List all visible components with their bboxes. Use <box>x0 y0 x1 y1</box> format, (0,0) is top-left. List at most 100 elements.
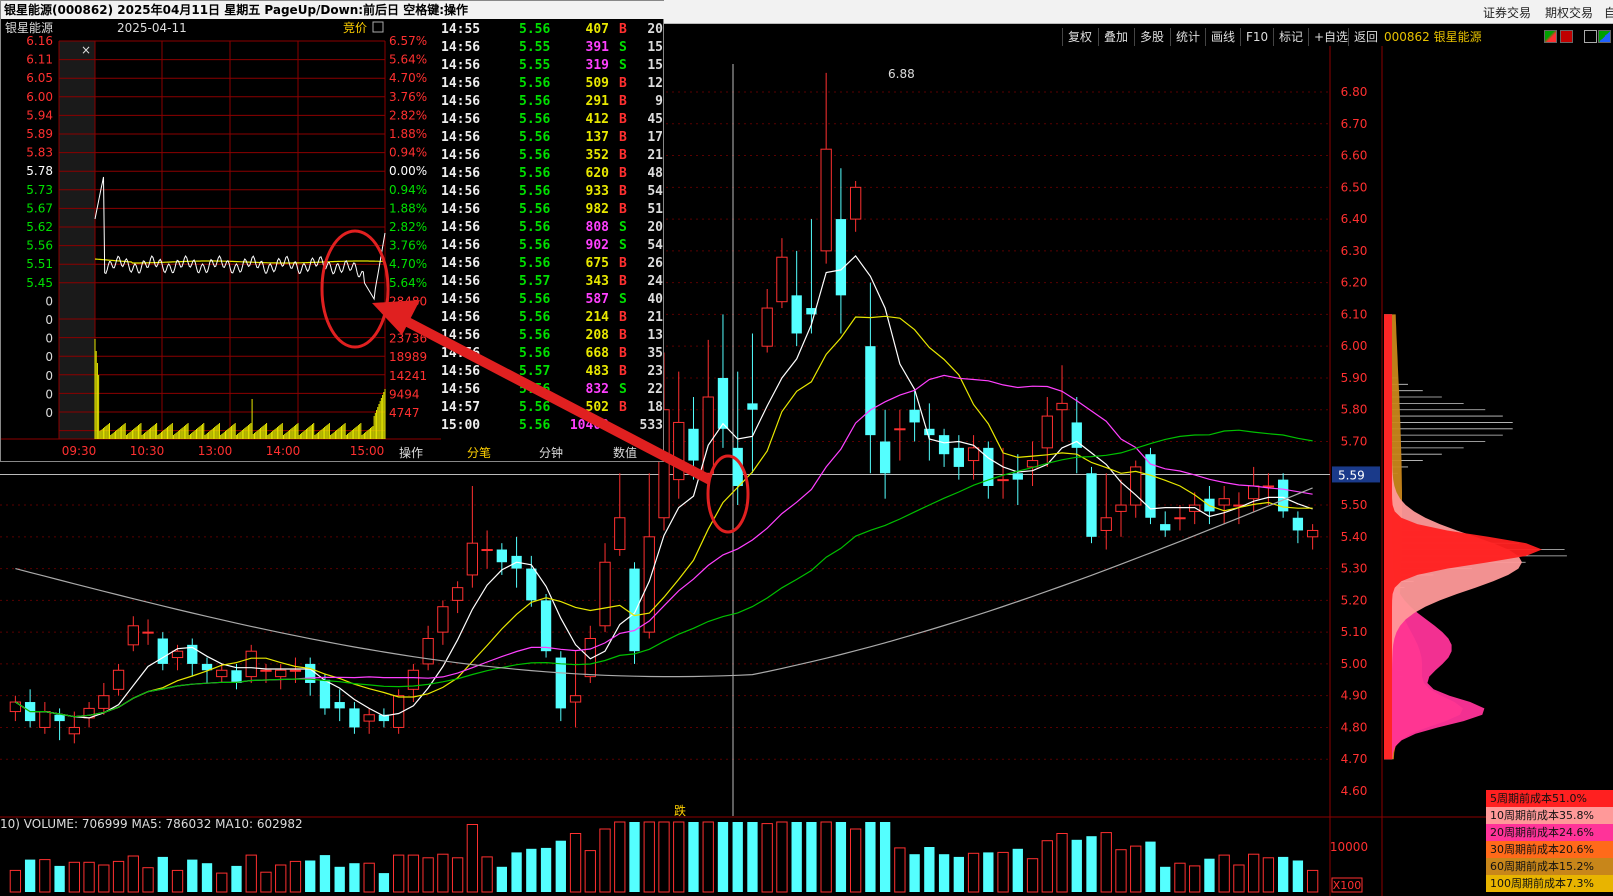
trade-time: 14:55 <box>441 22 481 37</box>
trade-row: 14:56 5.56 137 B 17 <box>439 129 665 147</box>
menu-more[interactable]: 自 <box>1604 4 1613 21</box>
button-overlay[interactable]: 叠加 <box>1098 28 1133 46</box>
button-statistics[interactable]: 统计 <box>1170 28 1205 46</box>
trade-side: B <box>619 166 627 181</box>
trade-time: 14:56 <box>441 274 481 289</box>
minute-pct-tick: 0.00% <box>389 164 427 178</box>
volume-bar <box>540 847 552 892</box>
trade-price: 5.56 <box>519 166 551 181</box>
candle-body <box>924 428 935 436</box>
minute-pct-tick: 4747 <box>389 406 420 420</box>
tab-ticks[interactable]: 分笔 <box>467 444 491 461</box>
button-adjust-rights[interactable]: 复权 <box>1062 28 1097 46</box>
price-axis-tick: 5.10 <box>1341 625 1368 639</box>
candle-body <box>791 295 802 334</box>
price-axis-tick: 5.70 <box>1341 435 1368 449</box>
price-axis-tick: 6.80 <box>1341 85 1368 99</box>
tab-values[interactable]: 数值 <box>613 444 637 461</box>
trade-row: 14:56 5.56 808 S 20 <box>439 219 665 237</box>
candle-body <box>997 479 1009 482</box>
settings-icon[interactable] <box>1584 30 1597 43</box>
candle <box>983 441 994 499</box>
candle-body <box>909 409 920 423</box>
trade-volume: 509 <box>585 76 609 91</box>
trade-volume: 982 <box>585 202 609 217</box>
candle <box>1071 397 1082 474</box>
candle-body <box>334 702 345 709</box>
minute-pct-tick: 6.57% <box>389 34 427 48</box>
button-back[interactable]: 返回 <box>1348 28 1383 46</box>
trade-price: 5.56 <box>519 382 551 397</box>
button-draw-line[interactable]: 画线 <box>1205 28 1240 46</box>
candle <box>879 409 891 499</box>
candle-body <box>127 625 139 646</box>
minute-price-tick: 0 <box>45 294 53 308</box>
trade-time: 14:56 <box>441 256 481 271</box>
candle <box>157 632 168 671</box>
button-mark[interactable]: 标记 <box>1273 28 1308 46</box>
volume-bar <box>1026 858 1039 893</box>
minute-price-tick: 6.16 <box>26 34 53 48</box>
minute-pct-tick: 28480 <box>389 294 427 308</box>
trade-count: 23 <box>647 364 663 379</box>
candle-body <box>1218 498 1230 506</box>
candle-body <box>1115 504 1127 512</box>
minute-price-tick: 5.78 <box>26 164 53 178</box>
candle-body <box>569 695 582 703</box>
trade-side: B <box>619 184 627 199</box>
trade-time: 14:56 <box>441 94 481 109</box>
volume-bar <box>526 848 537 892</box>
candle-body <box>245 650 257 678</box>
button-f10[interactable]: F10 <box>1240 28 1273 46</box>
price-axis-tick: 6.10 <box>1341 307 1368 321</box>
volume-bar <box>289 860 302 893</box>
trade-count: 15 <box>647 58 663 73</box>
indicator-icon[interactable] <box>1544 30 1557 43</box>
menu-securities-trading[interactable]: 证券交易 <box>1483 4 1531 21</box>
candle <box>142 619 154 645</box>
layout-icon[interactable] <box>1598 30 1611 43</box>
cost-legend-item: 20周期前成本24.6% <box>1486 824 1613 841</box>
volume-bar <box>702 821 714 893</box>
candle <box>849 180 862 232</box>
candle <box>1056 365 1068 442</box>
high-price-label: 6.88 <box>888 67 915 81</box>
stock-code-label: 000862 银星能源 <box>1384 30 1482 44</box>
minute-price-tick: 0 <box>45 313 53 327</box>
candle-body <box>688 428 699 461</box>
volume-bar <box>245 854 257 893</box>
trade-time: 14:56 <box>441 292 481 307</box>
candle <box>39 702 51 734</box>
tab-operate[interactable]: 操作 <box>399 444 423 461</box>
minute-chart[interactable]: 银星能源 2025-04-11 竞价 × 6.16 6.11 6.05 6.00 5.94 5.8… <box>1 19 441 459</box>
candle <box>820 72 832 264</box>
volume-bar <box>1041 840 1053 893</box>
trade-count: 533 <box>639 418 663 433</box>
trade-price: 5.57 <box>519 364 551 379</box>
trade-side: S <box>619 238 627 253</box>
menu-options-trading[interactable]: 期权交易 <box>1545 4 1593 21</box>
volume-bar <box>216 872 228 893</box>
trade-side: B <box>619 364 627 379</box>
volume-bar <box>171 869 184 893</box>
volume-bar <box>776 821 788 893</box>
trade-price: 5.57 <box>519 274 551 289</box>
minute-chart-popup[interactable]: 银星能源(000862) 2025年04月11日 星期五 PageUp/Down… <box>0 0 665 462</box>
trade-row: 14:56 5.56 933 B 54 <box>439 183 665 201</box>
price-axis-tick: 5.20 <box>1341 593 1368 607</box>
button-add-watchlist[interactable]: +自选 <box>1308 28 1353 46</box>
volume-bar <box>422 857 434 893</box>
popup-title[interactable]: 银星能源(000862) 2025年04月11日 星期五 PageUp/Down… <box>1 1 665 19</box>
minute-pct-tick: 5.64% <box>389 53 427 67</box>
minute-price-tick: 6.05 <box>26 71 53 85</box>
candle <box>481 530 493 569</box>
candle-body <box>776 256 788 303</box>
candle <box>24 689 36 728</box>
play-icon[interactable] <box>1560 30 1573 43</box>
button-multi-stock[interactable]: 多股 <box>1134 28 1169 46</box>
trade-count: 35 <box>647 346 663 361</box>
tab-minute[interactable]: 分钟 <box>539 444 563 461</box>
volume-bar <box>112 860 125 893</box>
trade-volume: 668 <box>585 346 609 361</box>
candle <box>1026 441 1039 486</box>
